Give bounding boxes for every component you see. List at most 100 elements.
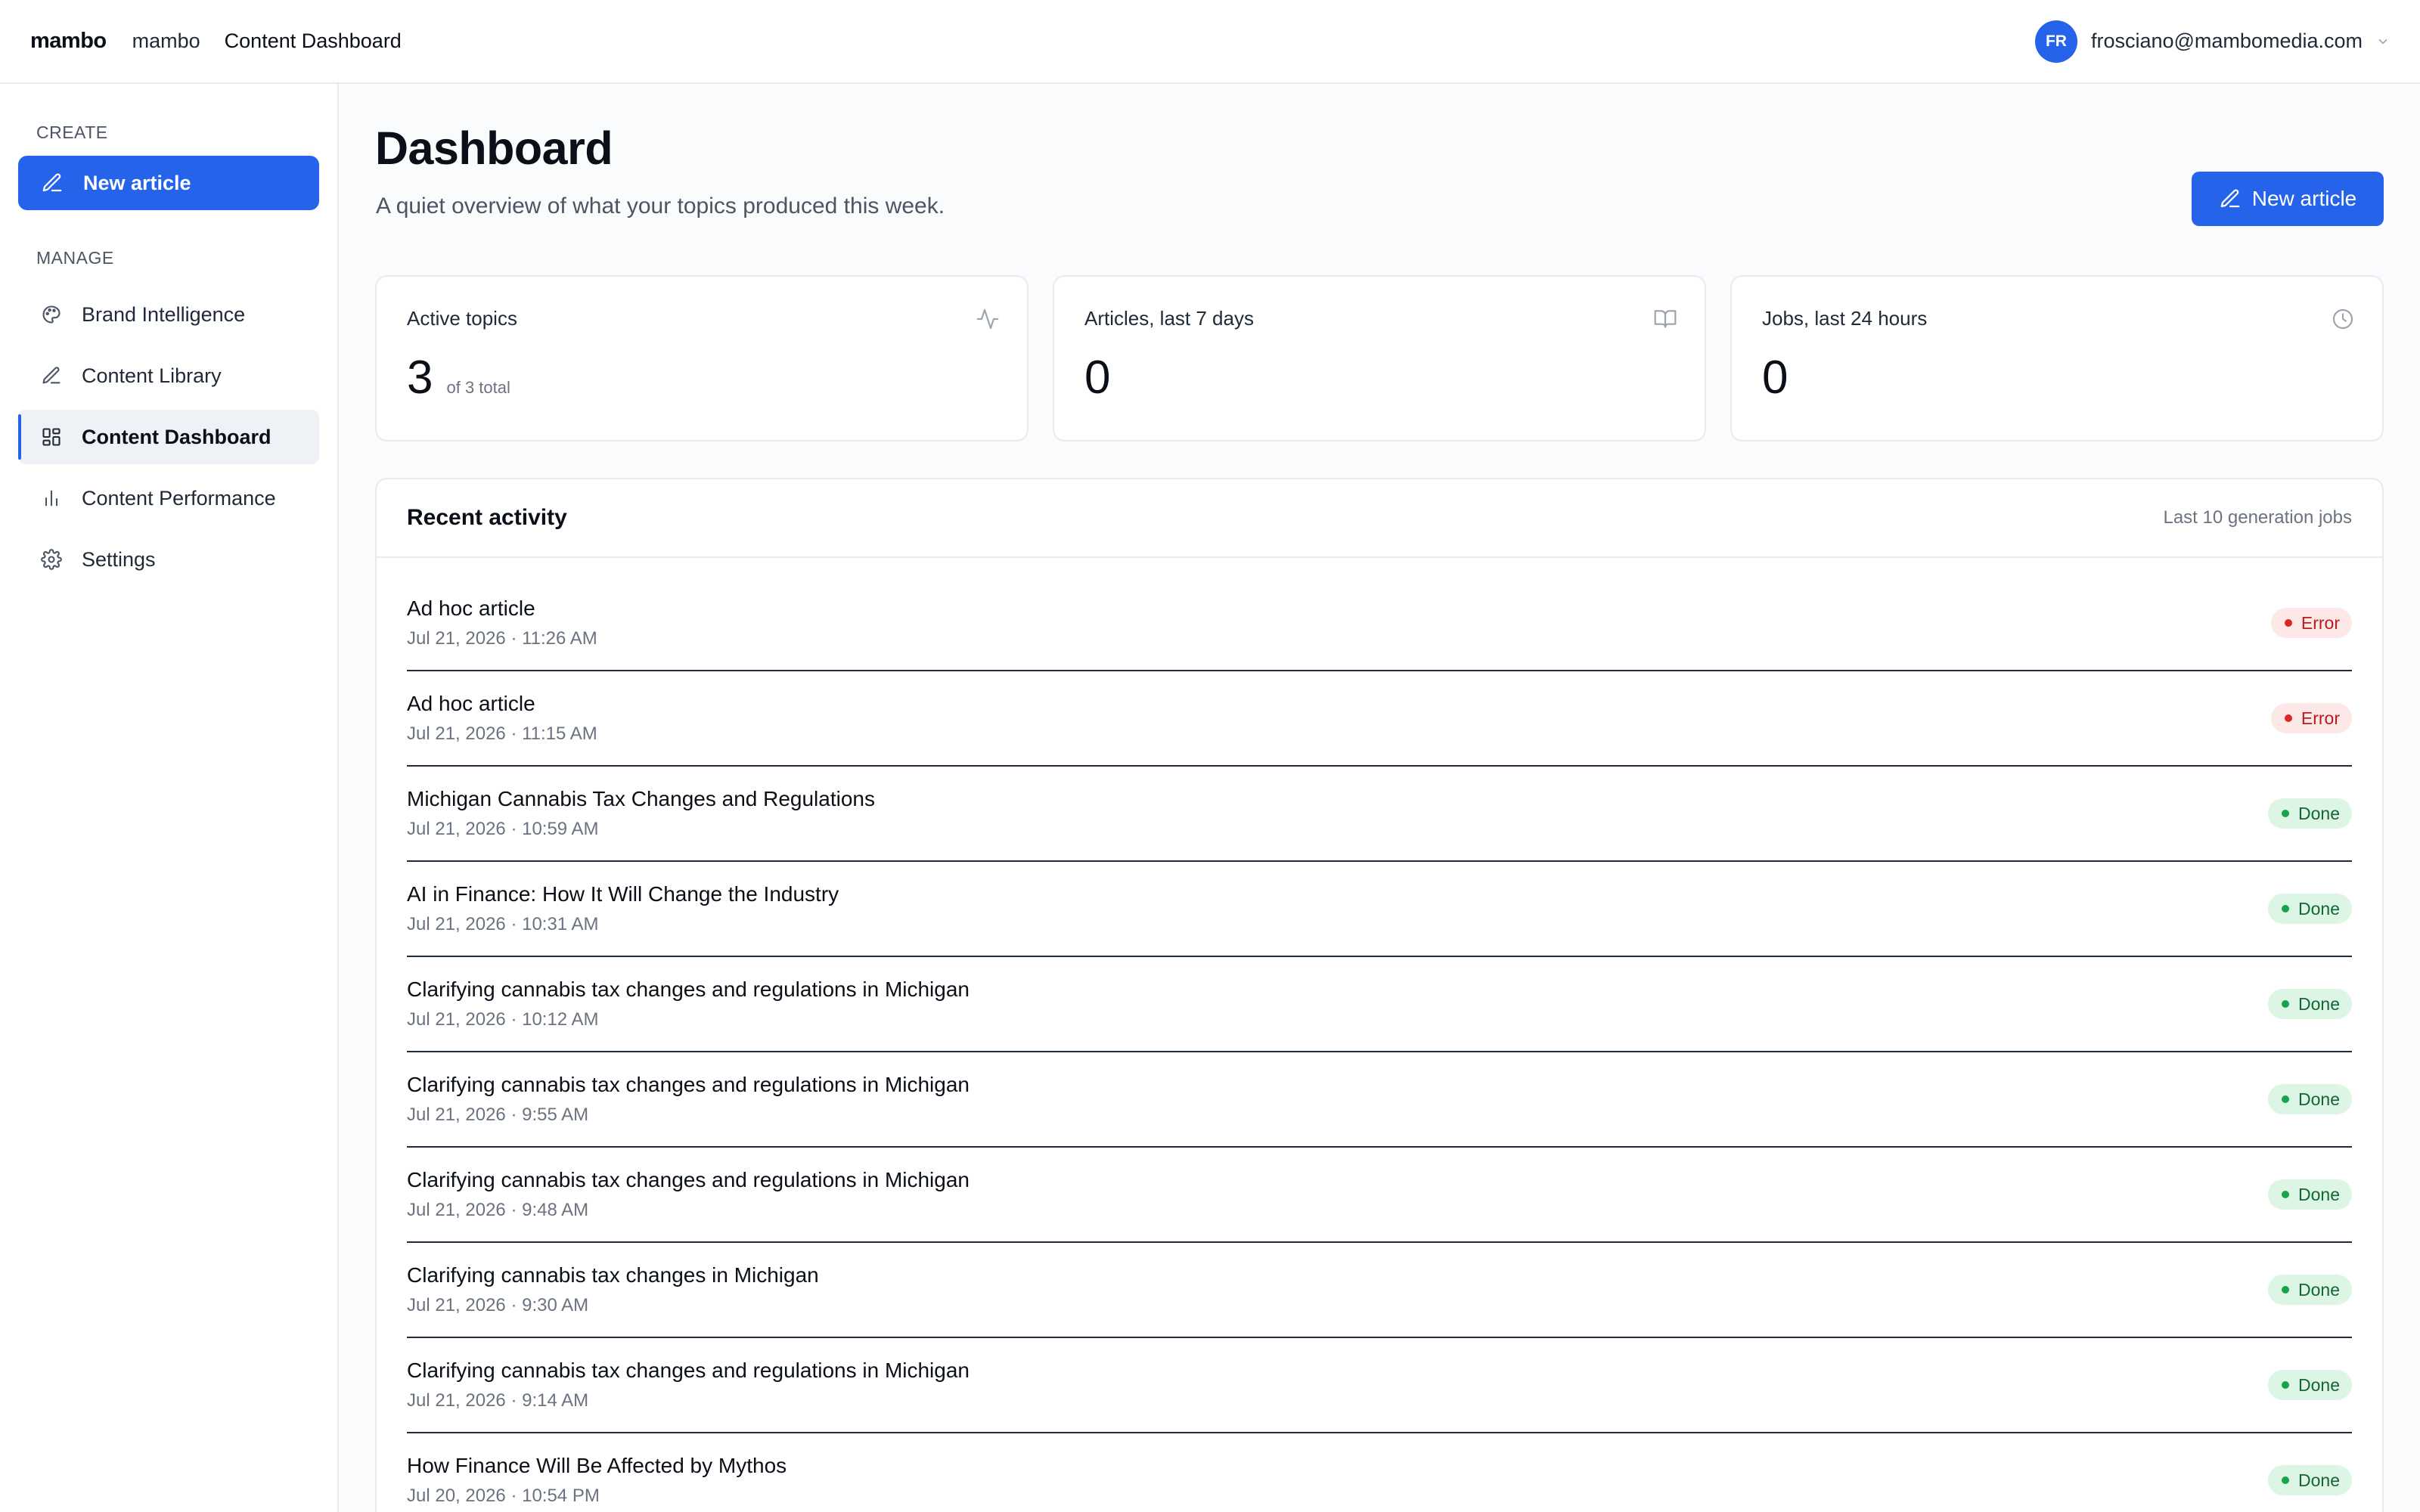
status-dot: [2284, 714, 2292, 722]
main-content: Dashboard A quiet overview of what your …: [340, 84, 2420, 1512]
activity-date: Jul 21, 2026 · 9:14 AM: [407, 1390, 589, 1411]
bar-chart-icon: [45, 490, 58, 507]
activity-date: Jul 21, 2026 · 10:31 AM: [407, 914, 599, 934]
activity-date: Jul 21, 2026 · 11:15 AM: [407, 723, 597, 744]
status-badge: Done: [2268, 989, 2352, 1019]
stats-row: Active topics 3 of 3 total Articles, las…: [375, 275, 2384, 442]
status-dot: [2282, 1095, 2290, 1103]
section-label-create: CREATE: [36, 122, 108, 142]
sidebar-item-label: Content Performance: [82, 486, 276, 510]
status-label: Error: [2301, 708, 2340, 728]
gear-icon: [41, 549, 62, 570]
status-badge: Done: [2268, 1275, 2352, 1305]
activity-row-text: Ad hoc article Jul 21, 2026 · 11:15 AM: [407, 692, 597, 745]
user-menu[interactable]: FR frosciano@mambomedia.com: [2034, 20, 2390, 63]
sidebar-item-content-dashboard[interactable]: Content Dashboard: [18, 410, 319, 464]
status-dot: [2282, 1191, 2290, 1198]
sidebar-item-label: Settings: [82, 547, 156, 571]
book-open-icon: [1653, 307, 1677, 335]
page-subtitle: A quiet overview of what your topics pro…: [376, 194, 945, 218]
new-article-button[interactable]: New article: [2192, 172, 2384, 226]
status-label: Done: [2298, 1470, 2340, 1490]
status-badge: Done: [2268, 798, 2352, 829]
status-label: Done: [2298, 1374, 2340, 1395]
activity-row[interactable]: Clarifying cannabis tax changes and regu…: [407, 1148, 2352, 1243]
avatar: FR: [2034, 20, 2077, 63]
activity-row[interactable]: Ad hoc article Jul 21, 2026 · 11:15 AM Err…: [407, 671, 2352, 767]
activity-row[interactable]: AI in Finance: How It Will Change the In…: [407, 862, 2352, 957]
breadcrumb-root[interactable]: mambo: [132, 29, 200, 53]
status-badge: Error: [2270, 703, 2352, 733]
status-dot: [2282, 905, 2290, 912]
activity-title: Ad hoc article: [407, 596, 535, 620]
activity-row-text: How Finance Will Be Affected by Mythos Ju…: [407, 1454, 786, 1507]
pencil-icon: [42, 367, 60, 384]
status-label: Error: [2301, 612, 2340, 633]
activity-row-text: Clarifying cannabis tax changes and regu…: [407, 1073, 970, 1126]
sidebar-item-content-library[interactable]: Content Library: [18, 349, 319, 403]
section-label-manage: MANAGE: [36, 248, 114, 268]
stat-card-active-topics: Active topics 3 of 3 total: [375, 275, 1028, 442]
breadcrumb-current: Content Dashboard: [224, 29, 402, 52]
sidebar-nav: Brand Intelligence Content Library Conte…: [18, 287, 319, 587]
activity-title: Clarifying cannabis tax changes and regu…: [407, 1359, 970, 1382]
sidebar: CREATE New article MANAGE Brand Intellig…: [0, 84, 339, 1512]
activity-title: AI in Finance: How It Will Change the In…: [407, 882, 839, 906]
stat-value: 0: [1762, 352, 1789, 404]
activity-list: Ad hoc article Jul 21, 2026 · 11:26 AM Err…: [377, 558, 2382, 1512]
status-label: Done: [2298, 1089, 2340, 1109]
clock-icon: [2331, 307, 2355, 335]
activity-date: Jul 21, 2026 · 10:59 AM: [407, 819, 599, 839]
recent-activity-panel: Recent activity Last 10 generation jobs …: [375, 478, 2384, 1512]
status-badge: Error: [2270, 608, 2352, 638]
sidebar-item-brand-intelligence[interactable]: Brand Intelligence: [18, 287, 319, 342]
activity-row-text: Clarifying cannabis tax changes in Michi…: [407, 1263, 819, 1316]
sidebar-item-settings[interactable]: Settings: [18, 532, 319, 587]
status-dot: [2282, 1286, 2290, 1294]
dashboard-grid-icon: [42, 428, 60, 446]
page-title: Dashboard: [375, 122, 613, 174]
activity-date: Jul 21, 2026 · 10:12 AM: [407, 1009, 599, 1030]
status-dot: [2282, 810, 2290, 817]
new-article-label: New article: [2251, 187, 2357, 210]
sidebar-item-label: Content Library: [82, 364, 222, 387]
activity-title: Michigan Cannabis Tax Changes and Regula…: [407, 787, 875, 810]
status-label: Done: [2298, 1184, 2340, 1204]
stat-label: Jobs, last 24 hours: [1762, 307, 1928, 330]
status-label: Done: [2298, 1279, 2340, 1300]
user-email: frosciano@mambomedia.com: [2090, 29, 2363, 52]
status-dot: [2282, 1381, 2290, 1389]
top-bar: mambo mambo Content Dashboard FR froscia…: [0, 0, 2420, 84]
app-logo[interactable]: mambo: [30, 29, 107, 54]
palette-icon: [42, 305, 60, 324]
recent-activity-header: Recent activity Last 10 generation jobs: [377, 479, 2382, 558]
activity-row[interactable]: How Finance Will Be Affected by Mythos Ju…: [407, 1433, 2352, 1512]
sidebar-item-label: Brand Intelligence: [82, 302, 246, 326]
activity-title: Ad hoc article: [407, 692, 535, 715]
activity-icon: [976, 307, 1000, 335]
stat-value: 0: [1084, 352, 1111, 404]
status-badge: Done: [2268, 1179, 2352, 1210]
activity-row[interactable]: Clarifying cannabis tax changes and regu…: [407, 1052, 2352, 1148]
activity-row-text: Clarifying cannabis tax changes and regu…: [407, 1359, 970, 1411]
activity-row[interactable]: Clarifying cannabis tax changes and regu…: [407, 1338, 2352, 1433]
sidebar-item-content-performance[interactable]: Content Performance: [18, 471, 319, 525]
activity-date: Jul 21, 2026 · 9:48 AM: [407, 1200, 589, 1220]
activity-row[interactable]: Clarifying cannabis tax changes in Michi…: [407, 1243, 2352, 1338]
sidebar-new-article-button[interactable]: New article: [18, 156, 319, 210]
activity-date: Jul 21, 2026 · 9:55 AM: [407, 1105, 589, 1125]
activity-row[interactable]: Michigan Cannabis Tax Changes and Regula…: [407, 767, 2352, 862]
sidebar-new-article-label: New article: [83, 171, 191, 194]
status-dot: [2282, 1476, 2290, 1484]
status-label: Done: [2298, 993, 2340, 1014]
activity-row[interactable]: Ad hoc article Jul 21, 2026 · 11:26 AM Err…: [407, 576, 2352, 671]
activity-row[interactable]: Clarifying cannabis tax changes and regu…: [407, 957, 2352, 1052]
activity-title: Clarifying cannabis tax changes and regu…: [407, 978, 970, 1001]
sidebar-item-label: Content Dashboard: [82, 425, 271, 448]
activity-row-text: Clarifying cannabis tax changes and regu…: [407, 1168, 970, 1221]
chevron-down-icon: [2376, 35, 2390, 48]
stat-sub: of 3 total: [446, 378, 510, 397]
stat-card-jobs: Jobs, last 24 hours 0: [1730, 275, 2384, 442]
stat-label: Articles, last 7 days: [1084, 307, 1254, 330]
activity-date: Jul 20, 2026 · 10:54 PM: [407, 1486, 600, 1506]
